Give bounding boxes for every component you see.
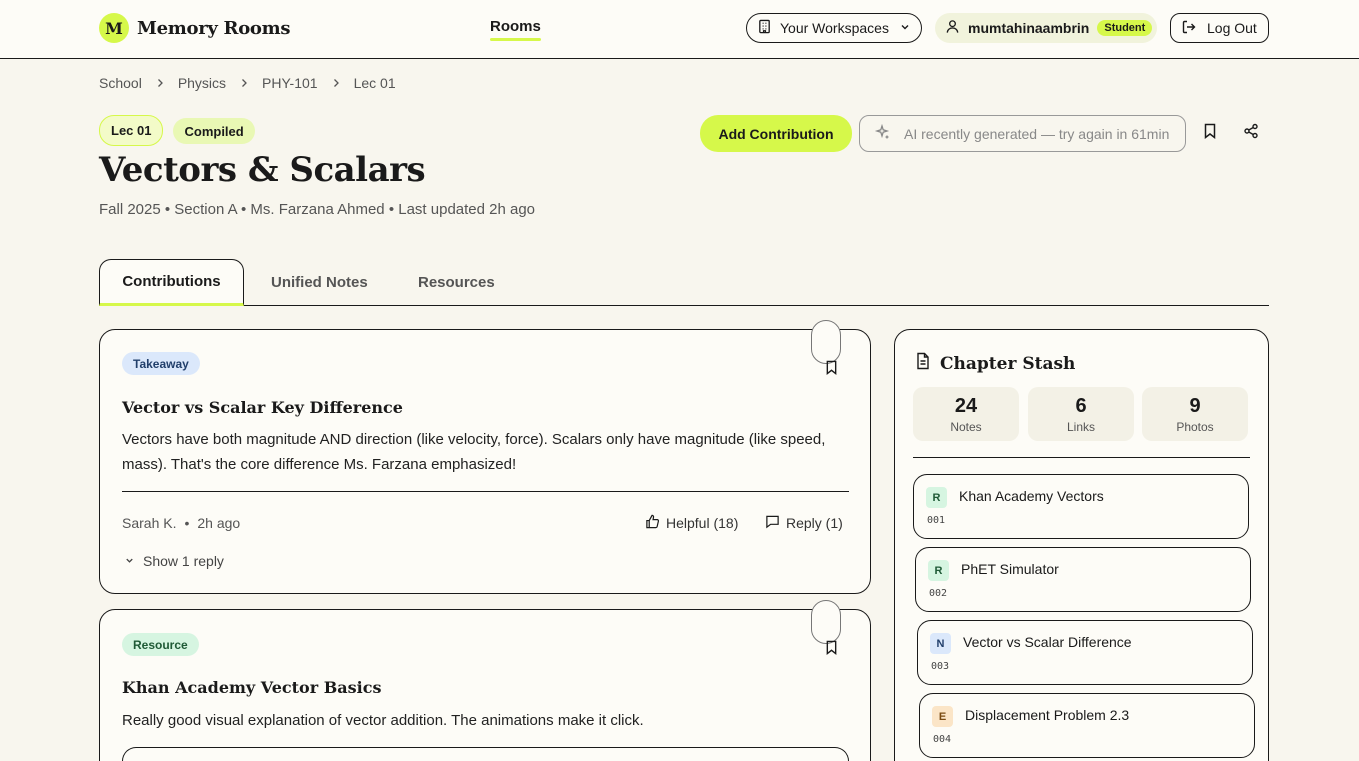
sparkle-icon bbox=[874, 123, 890, 143]
bookmark-icon[interactable] bbox=[825, 640, 838, 660]
chevron-right-icon bbox=[239, 76, 249, 91]
author-name[interactable]: Sarah K. bbox=[122, 515, 176, 531]
tab-resources[interactable]: Resources bbox=[418, 259, 495, 306]
contribution-card: Takeaway Vector vs Scalar Key Difference… bbox=[99, 320, 871, 594]
item-number: 002 bbox=[929, 588, 948, 599]
share-button[interactable] bbox=[1240, 122, 1262, 144]
stat-notes: 24 Notes bbox=[913, 387, 1019, 441]
share-icon bbox=[1243, 123, 1259, 144]
chevron-right-icon bbox=[155, 76, 165, 91]
breadcrumb-school[interactable]: School bbox=[99, 75, 142, 91]
helpful-button[interactable]: Helpful (18) bbox=[645, 514, 738, 532]
user-profile-pill[interactable]: mumtahinaambrin Student bbox=[935, 13, 1157, 43]
resource-link-preview[interactable] bbox=[122, 747, 849, 761]
stat-label: Links bbox=[1066, 420, 1095, 434]
breadcrumb-course[interactable]: PHY-101 bbox=[262, 75, 318, 91]
stash-item[interactable]: E Displacement Problem 2.3 004 bbox=[919, 693, 1255, 758]
stat-label: Photos bbox=[1176, 420, 1214, 434]
stat-links: 6 Links bbox=[1028, 387, 1134, 441]
stash-item[interactable]: R PhET Simulator 002 bbox=[915, 547, 1251, 612]
helpful-label: Helpful (18) bbox=[666, 515, 739, 531]
workspaces-dropdown[interactable]: Your Workspaces bbox=[746, 13, 922, 43]
divider bbox=[122, 491, 849, 492]
item-type-badge: N bbox=[930, 633, 951, 654]
ai-status-text: AI recently generated — try again in 61m… bbox=[904, 125, 1170, 142]
contribution-body: Vectors have both magnitude AND directio… bbox=[122, 431, 826, 473]
contribution-meta: Sarah K. • 2h ago bbox=[122, 515, 240, 531]
reply-label: Reply (1) bbox=[786, 515, 843, 531]
item-type-badge: R bbox=[926, 487, 947, 508]
status-badge: Compiled bbox=[173, 118, 255, 144]
item-name: Displacement Problem 2.3 bbox=[965, 707, 1130, 723]
chevron-down-icon bbox=[899, 20, 911, 36]
thumbs-up-icon bbox=[645, 514, 660, 532]
logout-button[interactable]: Log Out bbox=[1170, 13, 1269, 43]
stat-value: 24 bbox=[954, 395, 978, 417]
logout-label: Log Out bbox=[1207, 20, 1257, 36]
item-name: Khan Academy Vectors bbox=[959, 488, 1104, 504]
bookmark-icon bbox=[1203, 123, 1217, 144]
app-name: Memory Rooms bbox=[137, 17, 291, 39]
show-replies-toggle[interactable]: Show 1 reply bbox=[124, 553, 224, 569]
tab-contributions[interactable]: Contributions bbox=[99, 259, 244, 306]
tab-unified-notes[interactable]: Unified Notes bbox=[271, 259, 368, 306]
reply-button[interactable]: Reply (1) bbox=[765, 514, 843, 532]
logo-mark: M bbox=[99, 13, 129, 43]
nav-rooms-link[interactable]: Rooms bbox=[490, 18, 541, 41]
chapter-stash-panel: Chapter Stash 24 Notes 6 Links 9 Photos … bbox=[894, 329, 1269, 761]
contribution-card: Resource Khan Academy Vector Basics Real… bbox=[99, 600, 871, 761]
breadcrumb-physics[interactable]: Physics bbox=[178, 75, 226, 91]
timestamp: 2h ago bbox=[197, 515, 241, 531]
add-contribution-button[interactable]: Add Contribution bbox=[700, 115, 852, 152]
lecture-chip: Lec 01 bbox=[99, 115, 164, 146]
room-meta: Fall 2025 • Section A • Ms. Farzana Ahme… bbox=[99, 201, 536, 218]
item-number: 001 bbox=[927, 515, 946, 526]
room-chips: Lec 01 Compiled bbox=[99, 115, 255, 146]
building-icon bbox=[757, 19, 772, 37]
item-type-badge: R bbox=[928, 560, 949, 581]
username: mumtahinaambrin bbox=[968, 20, 1090, 36]
role-badge: Student bbox=[1097, 20, 1153, 36]
stash-item[interactable]: R Khan Academy Vectors 001 bbox=[913, 474, 1249, 539]
show-replies-label: Show 1 reply bbox=[143, 553, 224, 569]
user-icon bbox=[945, 19, 960, 37]
contribution-title: Vector vs Scalar Key Difference bbox=[122, 398, 403, 417]
stat-photos: 9 Photos bbox=[1142, 387, 1248, 441]
document-icon bbox=[915, 352, 931, 375]
breadcrumb: School Physics PHY-101 Lec 01 bbox=[99, 75, 396, 91]
chevron-right-icon bbox=[331, 76, 341, 91]
workspaces-label: Your Workspaces bbox=[780, 20, 889, 36]
contribution-title: Khan Academy Vector Basics bbox=[122, 678, 382, 697]
stash-item[interactable]: N Vector vs Scalar Difference 003 bbox=[917, 620, 1253, 685]
item-name: Vector vs Scalar Difference bbox=[963, 634, 1132, 650]
logout-icon bbox=[1181, 19, 1197, 38]
stash-title: Chapter Stash bbox=[940, 353, 1076, 374]
breadcrumb-lecture: Lec 01 bbox=[353, 75, 396, 91]
meta-separator: • bbox=[184, 515, 190, 531]
stash-header: Chapter Stash bbox=[915, 352, 1075, 375]
item-number: 004 bbox=[933, 734, 952, 745]
ai-generate-button[interactable]: AI recently generated — try again in 61m… bbox=[859, 115, 1186, 152]
stat-value: 6 bbox=[1075, 395, 1087, 417]
stat-label: Notes bbox=[950, 420, 982, 434]
item-type-badge: E bbox=[932, 706, 953, 727]
bookmark-icon[interactable] bbox=[825, 360, 838, 380]
bookmark-holder bbox=[811, 600, 841, 644]
bookmark-room-button[interactable] bbox=[1199, 122, 1221, 144]
stat-value: 9 bbox=[1189, 395, 1201, 417]
room-tabs: Contributions Unified Notes Resources bbox=[99, 259, 1269, 306]
divider bbox=[913, 457, 1250, 458]
bookmark-holder bbox=[811, 320, 841, 364]
contribution-body: Really good visual explanation of vector… bbox=[122, 712, 644, 729]
comment-icon bbox=[765, 514, 780, 532]
resource-tag: Resource bbox=[122, 633, 199, 656]
page-title: Vectors & Scalars bbox=[99, 150, 426, 190]
app-logo[interactable]: M Memory Rooms bbox=[99, 13, 291, 43]
item-number: 003 bbox=[931, 661, 950, 672]
item-name: PhET Simulator bbox=[961, 561, 1059, 577]
takeaway-tag: Takeaway bbox=[122, 352, 200, 375]
top-nav-bar: M Memory Rooms Rooms Your Workspaces mum… bbox=[0, 0, 1359, 59]
chevron-down-icon bbox=[124, 553, 135, 569]
